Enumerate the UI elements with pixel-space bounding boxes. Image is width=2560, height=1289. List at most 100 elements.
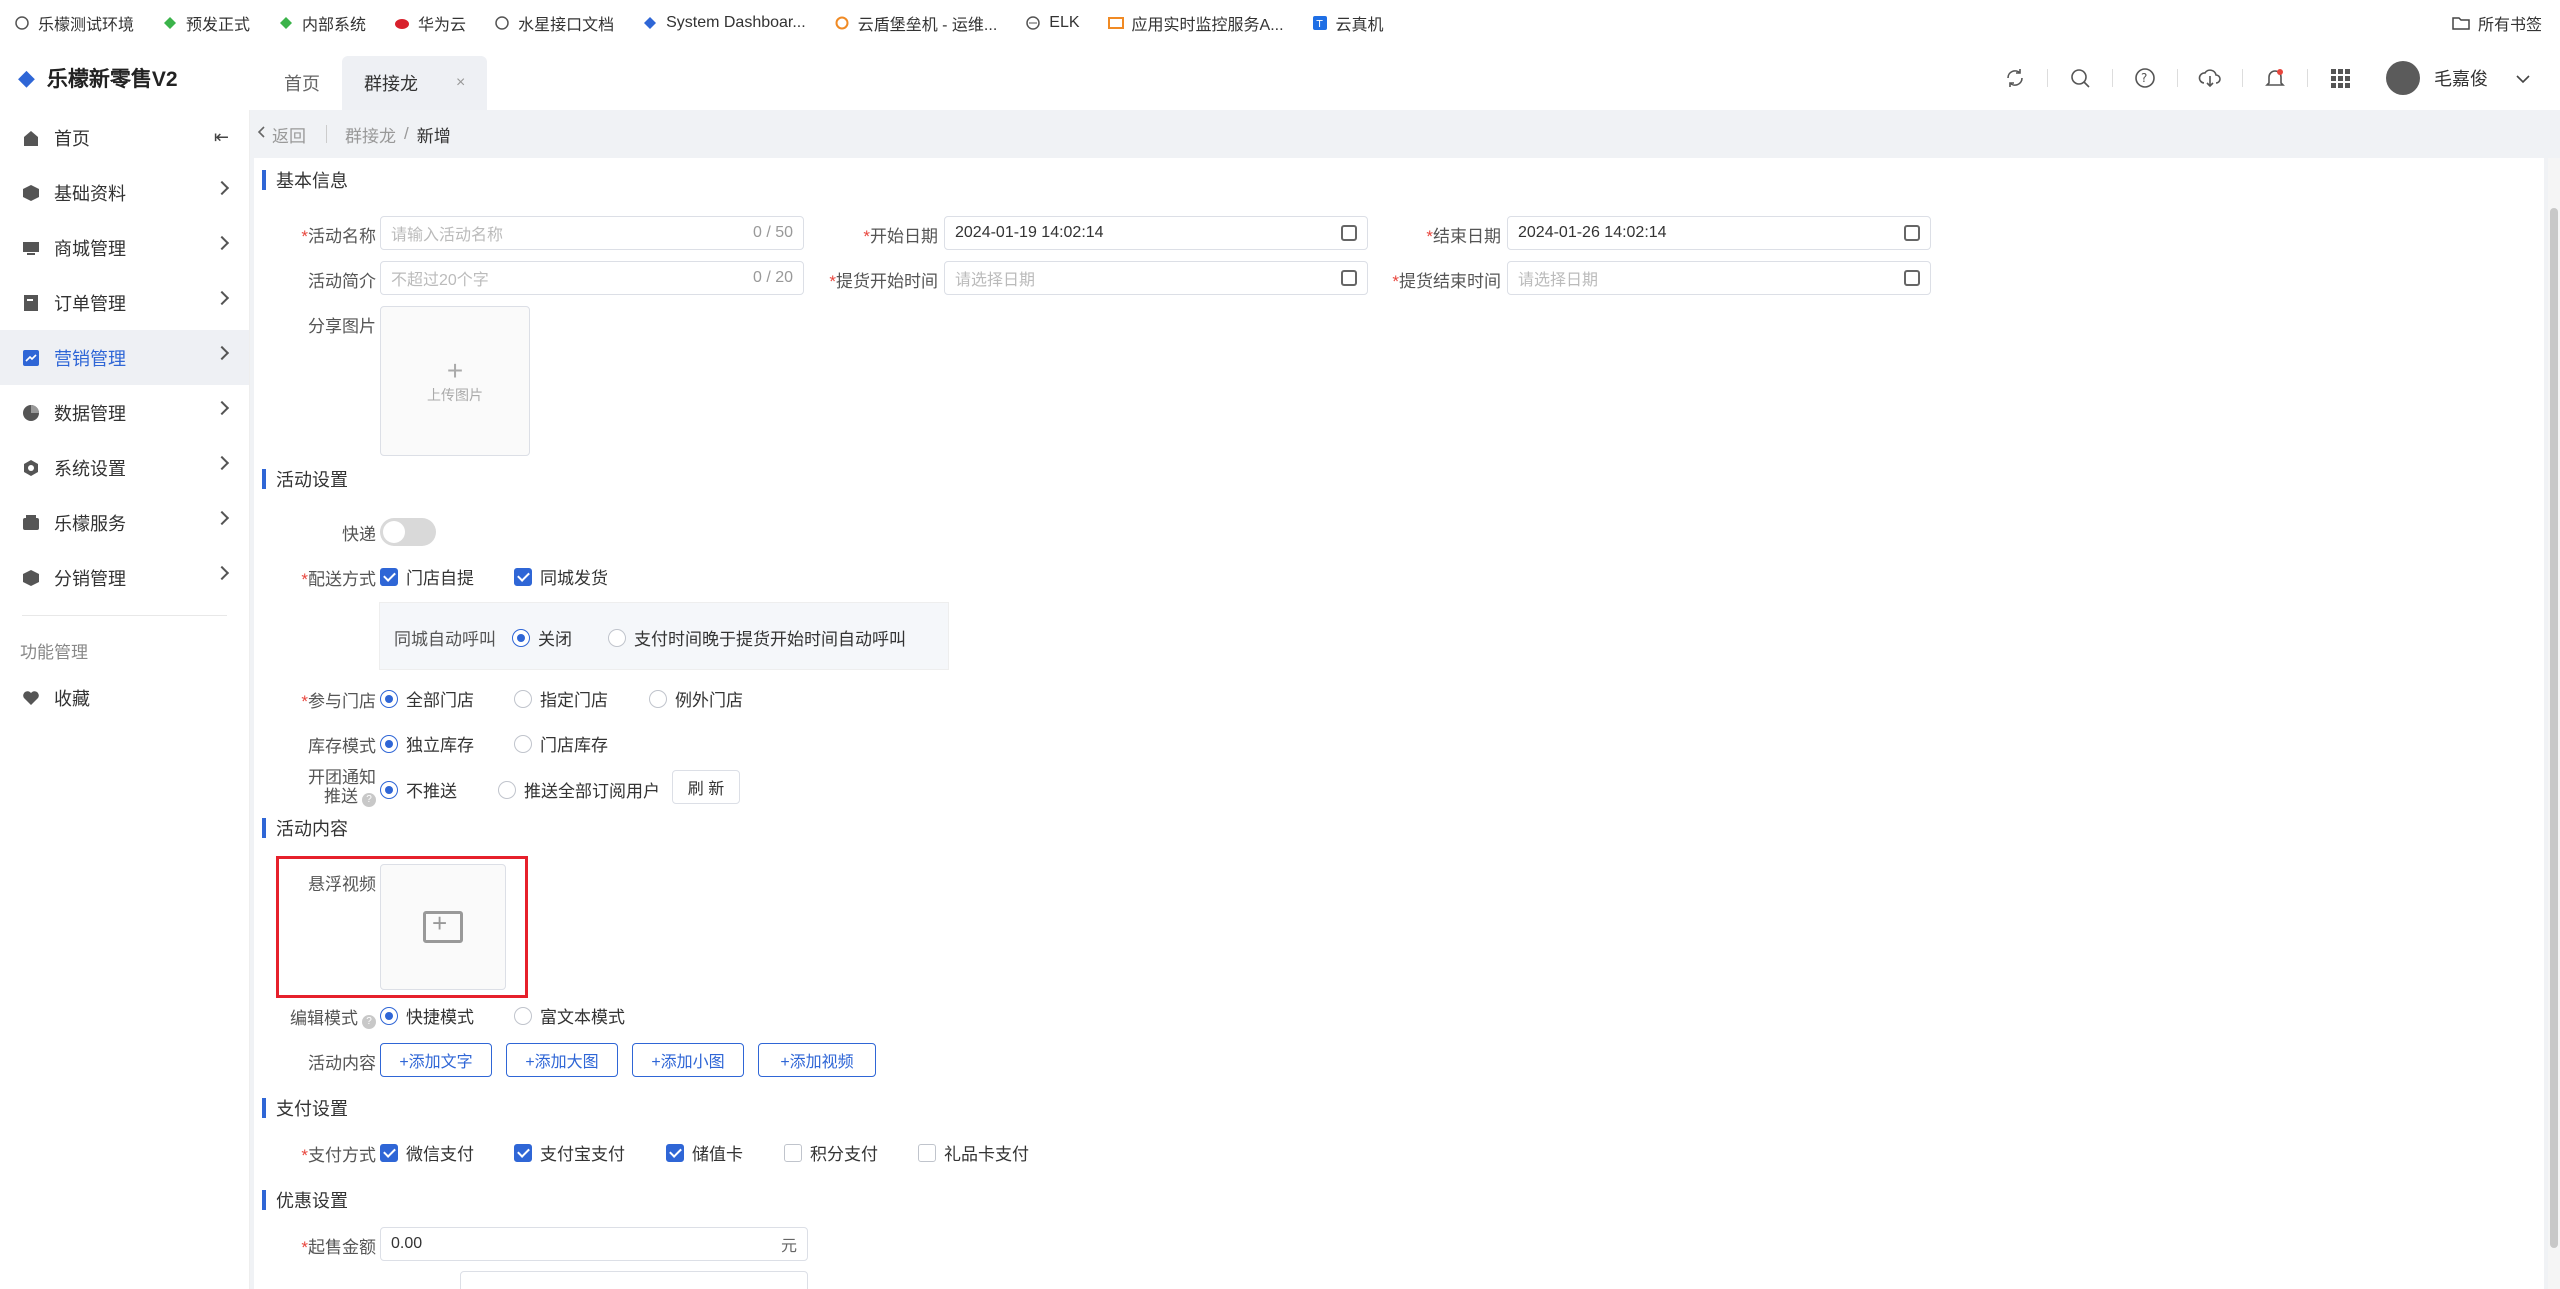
delivery-pickup-checkbox[interactable]: 门店自提	[380, 564, 474, 589]
bookmark-item[interactable]: ELK	[1025, 14, 1080, 32]
delivery-local-checkbox[interactable]: 同城发货	[514, 564, 608, 589]
share-image-upload[interactable]: + 上传图片	[380, 306, 530, 456]
sidebar-item-orders[interactable]: 订单管理	[0, 275, 249, 330]
payment-label: *支付方式	[301, 1141, 376, 1166]
all-bookmarks[interactable]: 所有书签	[2452, 0, 2542, 46]
bookmark-item[interactable]: 乐檬测试环境	[14, 11, 134, 35]
min-amount-input[interactable]: 0.00 元	[380, 1227, 808, 1261]
folder-icon	[2452, 16, 2470, 30]
checkbox-unchecked	[918, 1143, 936, 1162]
pay-alipay-checkbox[interactable]: 支付宝支付	[514, 1140, 625, 1165]
sidebar-item-home[interactable]: 首页 ⇤	[0, 110, 249, 165]
pickup-start-picker[interactable]: 请选择日期	[944, 261, 1368, 295]
search-icon[interactable]	[2048, 46, 2112, 110]
download-icon[interactable]	[2178, 46, 2242, 110]
unit-label: 元	[780, 1238, 797, 1255]
bookmark-item[interactable]: 应用实时监控服务A...	[1107, 11, 1284, 35]
app-header: ◆ 乐檬新零售V2 首页 群接龙 × ? 毛嘉俊	[0, 46, 2560, 110]
close-icon[interactable]: ×	[456, 74, 465, 92]
stores-excluded-radio[interactable]: 例外门店	[649, 686, 743, 711]
pay-points-checkbox[interactable]: 积分支付	[784, 1140, 878, 1165]
bell-icon[interactable]	[2243, 46, 2307, 110]
add-video-button[interactable]: +添加视频	[758, 1043, 876, 1077]
bookmark-item[interactable]: System Dashboar...	[642, 14, 806, 32]
back-link[interactable]: 返回	[272, 122, 306, 147]
radio-unselected	[514, 1006, 532, 1025]
app-title: 乐檬新零售V2	[46, 68, 178, 91]
stores-all-radio[interactable]: 全部门店	[380, 686, 474, 711]
stores-specified-radio[interactable]: 指定门店	[514, 686, 608, 711]
sidebar-item-distribution[interactable]: 分销管理	[0, 550, 249, 605]
video-upload[interactable]	[380, 864, 506, 990]
sidebar-item-settings[interactable]: 系统设置	[0, 440, 249, 495]
activity-name-input[interactable]: 请输入活动名称 0 / 50	[380, 216, 804, 250]
notify-all-radio[interactable]: 推送全部订阅用户	[498, 777, 660, 802]
option-label: 储值卡	[692, 1145, 743, 1164]
sidebar-item-label: 收藏	[54, 688, 90, 709]
option-label: 富文本模式	[540, 1008, 625, 1027]
checkbox-checked	[380, 567, 398, 586]
express-toggle[interactable]	[380, 518, 436, 546]
scrollbar[interactable]	[2548, 158, 2560, 1289]
sidebar-item-services[interactable]: 乐檬服务	[0, 495, 249, 550]
scrollbar-thumb[interactable]	[2550, 208, 2558, 1248]
pay-wechat-checkbox[interactable]: 微信支付	[380, 1140, 474, 1165]
add-small-image-button[interactable]: +添加小图	[632, 1043, 744, 1077]
add-large-image-button[interactable]: +添加大图	[506, 1043, 618, 1077]
logo-icon: ◆	[18, 65, 35, 90]
stock-store-radio[interactable]: 门店库存	[514, 731, 608, 756]
collapse-sidebar-icon[interactable]: ⇤	[214, 127, 229, 148]
sidebar-item-mall[interactable]: 商城管理	[0, 220, 249, 275]
bookmark-item[interactable]: 水星接口文档	[494, 11, 614, 35]
sidebar-divider	[22, 615, 227, 616]
notify-none-radio[interactable]: 不推送	[380, 777, 457, 802]
sidebar-item-favorites[interactable]: 收藏	[0, 670, 249, 725]
pickup-end-picker[interactable]: 请选择日期	[1507, 261, 1931, 295]
sidebar-item-marketing[interactable]: 营销管理	[0, 330, 249, 385]
help-icon[interactable]: ?	[362, 792, 376, 807]
end-date-picker[interactable]: 2024-01-26 14:02:14	[1507, 216, 1931, 250]
intro-input[interactable]: 不超过20个字 0 / 20	[380, 261, 804, 295]
stock-independent-radio[interactable]: 独立库存	[380, 731, 474, 756]
apps-grid-icon[interactable]	[2308, 46, 2372, 110]
sidebar-group-label: 功能管理	[20, 642, 88, 662]
breadcrumb-parent[interactable]: 群接龙	[345, 122, 396, 147]
bookmark-item[interactable]: 预发正式	[162, 11, 250, 35]
add-text-button[interactable]: +添加文字	[380, 1043, 492, 1077]
bookmark-item[interactable]: 内部系统	[278, 11, 366, 35]
help-icon[interactable]: ?	[2113, 46, 2177, 110]
bookmark-item[interactable]: 云盾堡垒机 - 运维...	[834, 11, 997, 35]
user-menu[interactable]: 毛嘉俊	[2372, 61, 2560, 95]
tab-home[interactable]: 首页	[262, 56, 342, 110]
option-label: 同城发货	[540, 569, 608, 588]
pay-gift-card-checkbox[interactable]: 礼品卡支付	[918, 1140, 1029, 1165]
refresh-button[interactable]: 刷 新	[672, 770, 740, 804]
label-text: 起售金额	[308, 1238, 376, 1257]
pay-stored-card-checkbox[interactable]: 储值卡	[666, 1140, 743, 1165]
radio-unselected	[514, 689, 532, 708]
sidebar-item-label: 营销管理	[54, 348, 126, 369]
start-date-picker[interactable]: 2024-01-19 14:02:14	[944, 216, 1368, 250]
all-bookmarks-label: 所有书签	[2477, 17, 2542, 34]
partial-input[interactable]	[460, 1271, 808, 1289]
calendar-icon	[1904, 225, 1920, 241]
app-logo[interactable]: ◆ 乐檬新零售V2	[18, 46, 178, 110]
option-label: 积分支付	[810, 1145, 878, 1164]
option-label: 独立库存	[406, 736, 474, 755]
help-icon[interactable]: ?	[362, 1014, 376, 1029]
edit-mode-rich-radio[interactable]: 富文本模式	[514, 1003, 625, 1028]
edit-mode-quick-radio[interactable]: 快捷模式	[380, 1003, 474, 1028]
sidebar-item-basic-data[interactable]: 基础资料	[0, 165, 249, 220]
express-label: 快递	[342, 520, 376, 545]
chevron-left-icon[interactable]	[256, 124, 266, 144]
radio-unselected	[649, 689, 667, 708]
refresh-icon[interactable]	[1983, 46, 2047, 110]
leaf-icon	[162, 15, 178, 31]
sidebar-item-data[interactable]: 数据管理	[0, 385, 249, 440]
label-text: 同城自动呼叫	[394, 630, 496, 649]
auto-call-off-radio[interactable]: 关闭	[512, 625, 572, 650]
auto-call-late-radio[interactable]: 支付时间晚于提货开始时间自动呼叫	[608, 625, 906, 650]
tab-group-buy[interactable]: 群接龙 ×	[342, 56, 488, 110]
bookmark-item[interactable]: T 云真机	[1312, 11, 1384, 35]
bookmark-item[interactable]: 华为云	[394, 11, 466, 35]
